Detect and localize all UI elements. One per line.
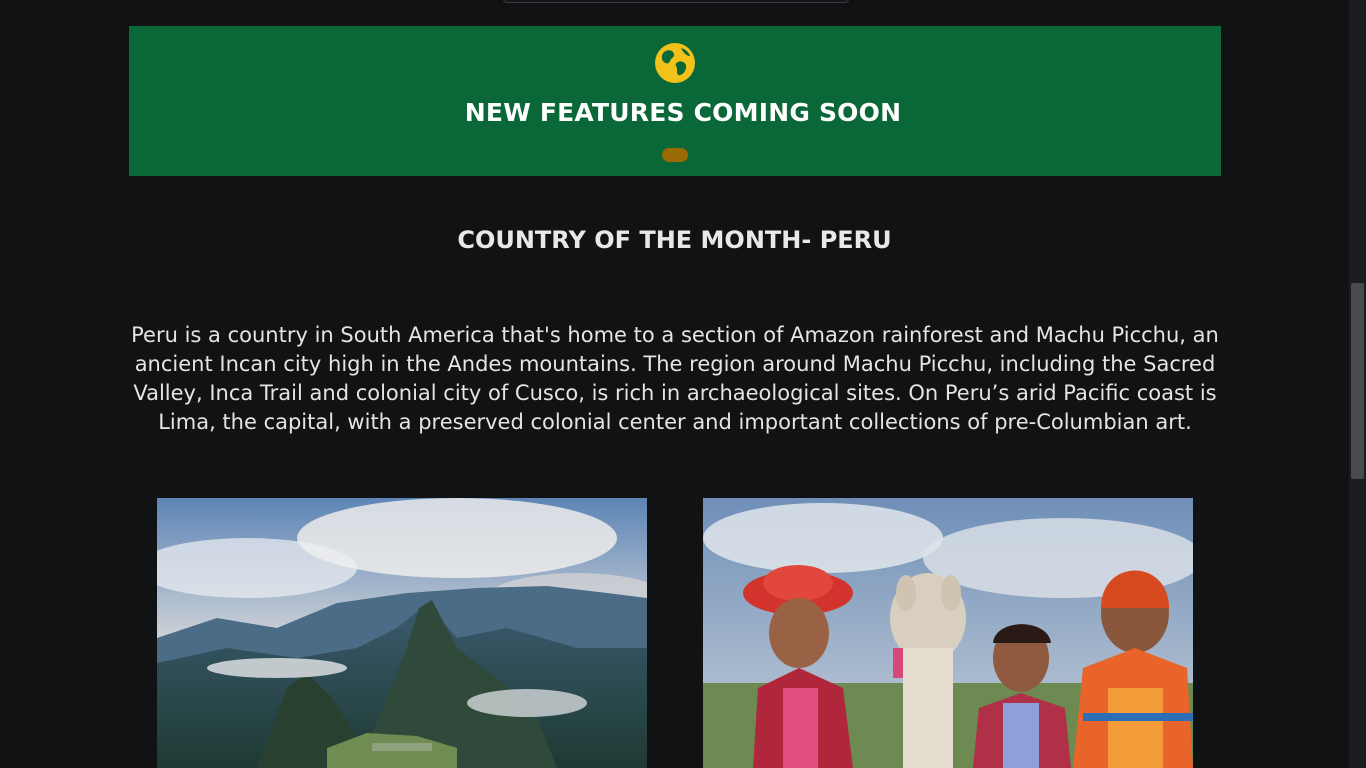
globe-icon <box>655 43 695 83</box>
machu-picchu-photo <box>157 498 647 768</box>
page-scrollbar[interactable] <box>1349 0 1366 768</box>
scrollbar-thumb[interactable] <box>1351 283 1364 479</box>
country-description: Peru is a country in South America that'… <box>131 323 1219 434</box>
country-of-month-heading: COUNTRY OF THE MONTH- PERU <box>457 226 892 254</box>
carousel-indicator[interactable] <box>662 148 688 162</box>
banner-title: NEW FEATURES COMING SOON <box>464 98 902 127</box>
peruvian-children-with-llama-photo <box>703 498 1193 768</box>
top-search-bar-edge <box>503 0 849 3</box>
